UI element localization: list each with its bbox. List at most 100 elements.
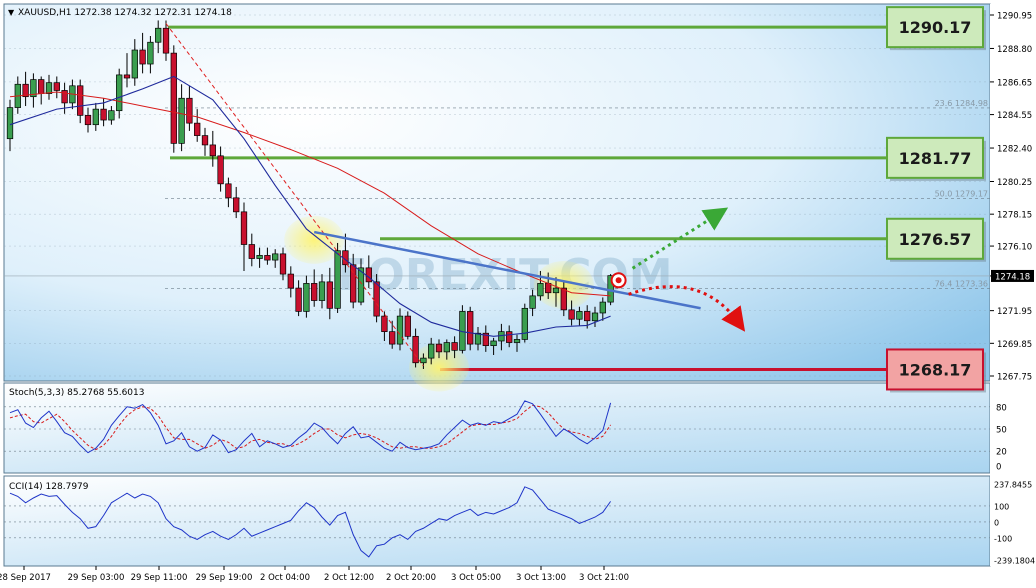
candle-body [92,108,99,126]
candle-body [389,331,396,345]
stoch-tick-label: 50 [996,426,1007,436]
price-tick-label: 1278.15 [997,211,1032,221]
cci-header: CCI(14) 128.7979 [9,482,89,492]
time-tick-label: 29 Sep 11:00 [131,573,188,583]
candle-body [537,283,544,297]
candle-body [584,311,591,322]
candle-body [428,343,435,359]
cci-tick-label: -100 [994,534,1012,543]
candle-body [131,49,138,79]
price-tick-label: 1284.55 [997,111,1032,121]
candle-body [209,144,216,157]
price-tick-label: 1267.75 [997,373,1032,383]
candle-body [123,74,131,79]
candle-body [396,315,404,345]
candle-body [186,97,193,124]
candle-body [326,281,333,309]
price-tick-label: 1276.10 [997,243,1032,253]
candle-body [435,343,443,353]
candle-body [162,27,170,54]
candle-body [233,197,240,213]
cci-tick-label: 0 [994,518,999,527]
candle-body [467,311,474,345]
candle-body [217,155,224,185]
price-tick-label: 1288.80 [997,45,1032,55]
candle-body [225,183,232,199]
candle-body [194,122,201,136]
time-axis: 28 Sep 2017 29 Sep 03:00 29 Sep 11:00 29 Se… [0,566,629,583]
stoch-tick-label: 20 [996,448,1007,458]
candle-body [311,283,318,301]
candle-body [591,312,599,322]
candle-body [529,295,536,309]
candle-body [295,287,302,312]
candle-body [365,267,372,283]
trading-chart[interactable]: FOREXIT.COM ▼ XAUUSD,H1 1272.38 1274.32 … [0,0,1036,588]
cci-tick-label: -239.1804 [994,557,1035,566]
candle-body [420,357,427,364]
candle-body [279,253,287,275]
candle-body [545,283,552,294]
stoch-tick-label: 80 [996,403,1007,413]
candle-body [490,340,497,347]
stoch-header: Stoch(5,3,3) 85.2768 55.6013 [9,388,144,398]
cci-tick-label: 100 [994,502,1009,511]
candle-body [303,283,310,312]
price-tick-label: 1286.65 [997,78,1032,88]
candle-body [6,107,14,140]
candle-body [474,332,482,345]
level-label: 1290.17 [899,18,972,37]
fibo-label: 50.0 1279.17 [935,189,988,198]
cci-tick-label: 237.8455 [994,481,1032,490]
symbol-header: XAUUSD,H1 1272.38 1274.32 1272.31 1274.1… [18,8,232,18]
collapse-triangle-icon[interactable]: ▼ [8,8,15,17]
candle-body [272,253,279,261]
candle-body [513,339,521,343]
price-tick-label: 1280.25 [997,178,1032,188]
candle-body [178,97,185,144]
level-label: 1276.57 [899,230,972,249]
candle-body [451,342,458,351]
time-tick-label: 3 Oct 21:00 [579,573,629,583]
price-tick-label: 1269.85 [997,340,1032,350]
candle-body [201,135,209,146]
candle-body [552,287,560,294]
candle-body [100,108,107,121]
candle-body [147,41,154,65]
candle-body [560,287,567,311]
candle-body [38,79,45,94]
candle-body [248,244,255,259]
candle-body [568,309,575,320]
cci-panel [3,475,991,567]
candle-body [334,250,341,309]
candle-body [53,82,60,91]
candle-body [599,301,606,314]
time-tick-label: 2 Oct 20:00 [386,573,436,583]
candle-body [443,342,450,353]
candle-body [521,307,528,340]
time-tick-label: 3 Oct 05:00 [451,573,501,583]
time-tick-label: 2 Oct 04:00 [260,573,310,583]
candle-body [170,52,177,144]
breakout-marker-center [615,277,622,284]
candle-body [287,273,294,289]
candle-body [404,315,411,337]
candle-body [318,281,326,301]
price-tick-label: 1282.40 [997,145,1032,155]
time-tick-label: 2 Oct 12:00 [324,573,374,583]
candle-body [256,255,263,259]
candle-body [506,331,513,343]
candle-body [373,281,380,317]
candle-body [84,115,92,126]
candle-body [45,82,53,94]
candle-body [264,255,271,261]
time-tick-label: 29 Sep 03:00 [68,573,125,583]
time-tick-label: 28 Sep 2017 [0,573,51,583]
candle-body [498,331,505,342]
candle-body [155,27,162,43]
stoch-tick-label: 0 [996,463,1001,473]
candle-body [139,49,146,65]
candle-body [381,315,388,333]
stoch-panel [3,382,991,474]
level-label: 1281.77 [899,149,972,168]
